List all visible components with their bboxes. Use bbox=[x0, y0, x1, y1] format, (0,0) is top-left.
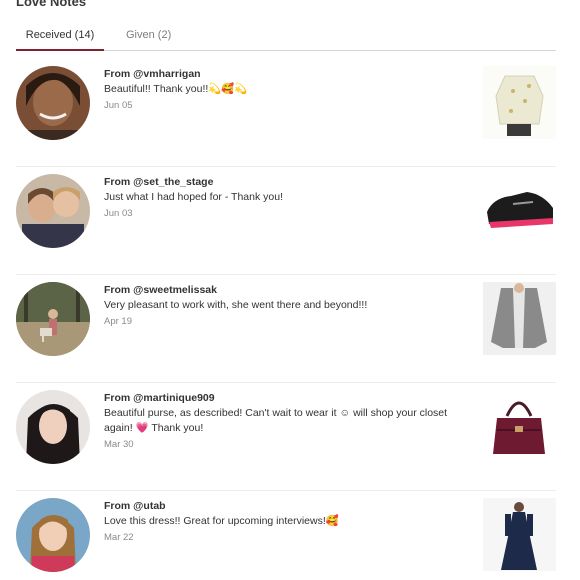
product-thumbnail[interactable] bbox=[483, 498, 556, 571]
note-date: Mar 22 bbox=[104, 532, 134, 543]
note-message: Beautiful purse, as described! Can't wai… bbox=[104, 407, 448, 434]
note-date: Mar 30 bbox=[104, 439, 134, 450]
product-thumbnail[interactable] bbox=[483, 174, 556, 247]
avatar[interactable] bbox=[16, 282, 90, 356]
note-message: Just what I had hoped for - Thank you! bbox=[104, 191, 283, 203]
avatar[interactable] bbox=[16, 66, 90, 140]
avatar[interactable] bbox=[16, 174, 90, 248]
note-sender[interactable]: From @sweetmelissak bbox=[104, 283, 464, 297]
note-date: Jun 05 bbox=[104, 100, 133, 111]
tab-bar: Received (14) Given (2) bbox=[16, 20, 556, 51]
love-note: From @set_the_stage Just what I had hope… bbox=[16, 167, 556, 275]
note-message: Very pleasant to work with, she went the… bbox=[104, 299, 368, 311]
love-note: From @utab Love this dress!! Great for u… bbox=[16, 491, 556, 580]
tab-received[interactable]: Received (14) bbox=[16, 20, 104, 51]
page-title: Love Notes bbox=[16, 0, 87, 9]
note-date: Jun 03 bbox=[104, 208, 133, 219]
avatar[interactable] bbox=[16, 390, 90, 464]
note-sender[interactable]: From @vmharrigan bbox=[104, 67, 464, 81]
note-message: Beautiful!! Thank you!!💫🥰💫 bbox=[104, 83, 248, 95]
love-note: From @vmharrigan Beautiful!! Thank you!!… bbox=[16, 59, 556, 167]
note-sender[interactable]: From @set_the_stage bbox=[104, 175, 464, 189]
tab-given[interactable]: Given (2) bbox=[126, 20, 186, 51]
product-thumbnail[interactable] bbox=[483, 390, 556, 463]
note-message: Love this dress!! Great for upcoming int… bbox=[104, 515, 339, 527]
product-thumbnail[interactable] bbox=[483, 66, 556, 139]
product-thumbnail[interactable] bbox=[483, 282, 556, 355]
love-note: From @martinique909 Beautiful purse, as … bbox=[16, 383, 556, 491]
love-note: From @sweetmelissak Very pleasant to wor… bbox=[16, 275, 556, 383]
note-sender[interactable]: From @martinique909 bbox=[104, 391, 464, 405]
note-sender[interactable]: From @utab bbox=[104, 499, 464, 513]
avatar[interactable] bbox=[16, 498, 90, 572]
note-date: Apr 19 bbox=[104, 316, 132, 327]
